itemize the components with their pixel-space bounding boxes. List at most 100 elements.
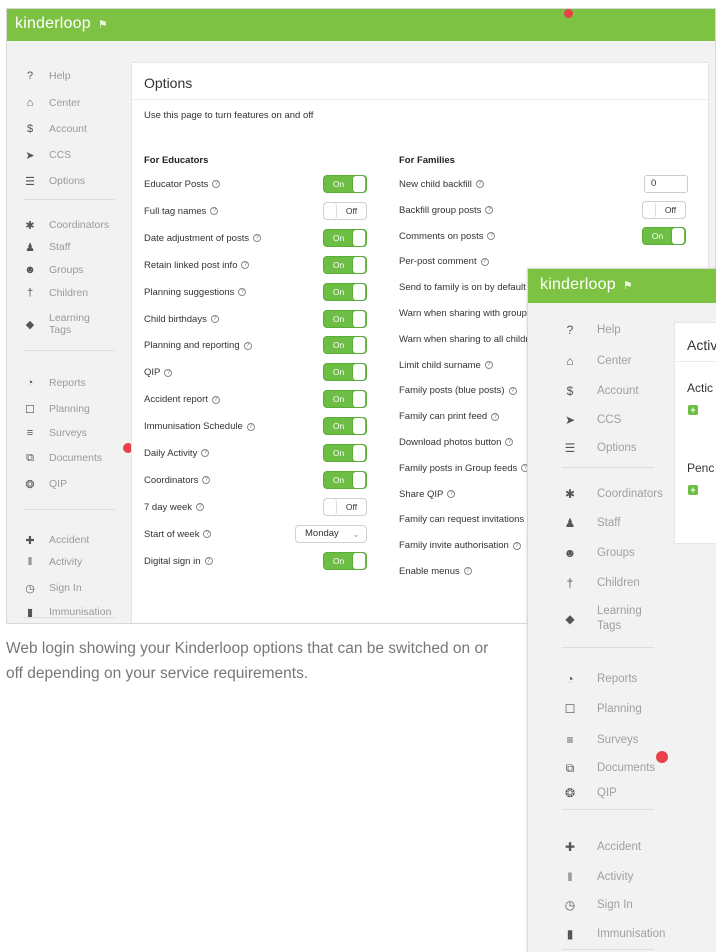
- sidebar-item-groups[interactable]: ☻ Groups: [23, 260, 83, 280]
- toggle-switch[interactable]: On: [642, 226, 686, 245]
- option-immunisation-schedule: Immunisation Schedule?: [144, 421, 255, 432]
- toggle-switch[interactable]: On: [323, 175, 367, 193]
- sidebar-item-learning-tags[interactable]: ◆ Learning Tags: [23, 312, 99, 336]
- sidebar-item-accident[interactable]: ✚ Accident: [23, 530, 89, 550]
- logo: kinderloop ⚑: [540, 276, 633, 293]
- toggle-switch[interactable]: On: [323, 417, 367, 436]
- sidebar-item-surveys[interactable]: ≡ Surveys: [23, 423, 87, 443]
- activity-panel: Activ Actic + Penc +: [674, 322, 716, 544]
- help-icon[interactable]: ?: [253, 234, 262, 243]
- help-icon[interactable]: ?: [210, 207, 219, 216]
- help-icon[interactable]: ?: [238, 288, 247, 297]
- sidebar-item-staff[interactable]: ♟ Staff: [23, 237, 70, 257]
- sidebar-item-planning[interactable]: ☐ Planning: [562, 698, 642, 720]
- option-7-day-week: 7 day week?: [144, 502, 205, 513]
- help-icon[interactable]: ?: [484, 361, 493, 370]
- sidebar-item-sign-in[interactable]: ◷ Sign In: [562, 894, 633, 916]
- sidebar-item-staff[interactable]: ♟ Staff: [562, 512, 621, 534]
- sidebar-item-surveys[interactable]: ≡ Surveys: [562, 729, 638, 751]
- toggle-switch[interactable]: On: [323, 390, 367, 409]
- sidebar-item-options[interactable]: ☰ Options: [23, 171, 85, 191]
- reports-icon: ◔: [26, 377, 34, 389]
- option-send-to-family-is-on-by-default: Send to family is on by default?: [399, 282, 538, 293]
- sidebar-item-label: Options: [49, 175, 86, 187]
- sidebar-item-coordinators[interactable]: ✱ Coordinators: [562, 483, 663, 505]
- sidebar-item-activity[interactable]: ‖ Activity: [23, 552, 83, 572]
- start-of-week-select[interactable]: Monday ⌄: [295, 524, 367, 543]
- help-icon[interactable]: ?: [211, 395, 220, 404]
- backfill-number-input[interactable]: 0: [644, 175, 688, 193]
- sidebar-item-center[interactable]: ⌂ Center: [23, 93, 81, 113]
- toggle-switch[interactable]: On: [323, 470, 367, 489]
- help-icon[interactable]: ?: [201, 449, 210, 458]
- sidebar-item-documents[interactable]: ⧉ Documents: [562, 751, 668, 779]
- help-icon[interactable]: ?: [203, 530, 212, 539]
- help-icon[interactable]: ?: [204, 557, 213, 566]
- sidebar-item-ccs[interactable]: ➤ CCS: [562, 409, 621, 431]
- help-icon[interactable]: ?: [487, 232, 496, 241]
- toggle-switch[interactable]: On: [323, 255, 367, 274]
- help-icon[interactable]: ?: [202, 476, 211, 485]
- sidebar-item-help[interactable]: ? Help: [562, 319, 621, 341]
- help-icon[interactable]: ?: [485, 206, 494, 215]
- sidebar-item-center[interactable]: ⌂ Center: [562, 350, 631, 372]
- sidebar-item-qip[interactable]: ❂ QIP: [562, 782, 617, 804]
- sidebar-item-ccs[interactable]: ➤ CCS: [23, 145, 71, 165]
- toggle-switch[interactable]: On: [323, 551, 367, 570]
- help-icon[interactable]: ?: [480, 257, 489, 266]
- help-icon[interactable]: ?: [508, 386, 517, 395]
- help-icon[interactable]: ?: [463, 567, 472, 576]
- sidebar-item-children[interactable]: † Children: [23, 283, 88, 303]
- toggle-switch[interactable]: Off: [323, 201, 367, 220]
- toggle-switch[interactable]: On: [323, 309, 367, 328]
- toggle-label: Off: [345, 205, 358, 216]
- sidebar-item-options[interactable]: ☰ Options: [562, 437, 637, 459]
- help-icon[interactable]: ?: [241, 261, 250, 270]
- sidebar-item-learning-tags[interactable]: ◆ Learning Tags: [562, 605, 657, 632]
- sidebar-item-sign-in[interactable]: ◷ Sign In: [23, 578, 82, 598]
- sidebar-item-planning[interactable]: ☐ Planning: [23, 399, 90, 419]
- toggle-label: On: [332, 340, 345, 351]
- sidebar-item-reports[interactable]: ◔ Reports: [23, 373, 86, 393]
- help-icon[interactable]: ?: [212, 180, 221, 189]
- sidebar-item-activity[interactable]: ‖ Activity: [562, 866, 634, 888]
- sidebar-item-coordinators[interactable]: ✱ Coordinators: [23, 215, 109, 235]
- help-icon[interactable]: ?: [491, 412, 500, 421]
- sidebar-item-account[interactable]: $ Account: [23, 119, 87, 139]
- help-icon[interactable]: ?: [243, 341, 252, 350]
- help-icon[interactable]: ?: [246, 422, 255, 431]
- toggle-switch[interactable]: On: [323, 336, 367, 355]
- sidebar-item-qip[interactable]: ❂ QIP: [23, 474, 67, 494]
- sidebar-item-immunisation[interactable]: ▮ Immunisation: [23, 602, 111, 622]
- sidebar-item-accident[interactable]: ✚ Accident: [562, 836, 641, 858]
- sidebar-item-documents[interactable]: ⧉ Documents: [23, 443, 133, 468]
- toggle-switch[interactable]: On: [323, 363, 367, 382]
- sidebar-divider: [562, 647, 654, 648]
- sidebar-item-children[interactable]: † Children: [562, 572, 640, 594]
- help-icon[interactable]: ?: [512, 541, 521, 550]
- sidebar-item-groups[interactable]: ☻ Groups: [562, 542, 635, 564]
- help-icon[interactable]: ?: [196, 503, 205, 512]
- help-icon[interactable]: ?: [164, 368, 173, 377]
- sidebar-item-immunisation[interactable]: ▮ Immunisation: [562, 923, 666, 945]
- help-icon[interactable]: ?: [505, 438, 514, 447]
- toggle-switch[interactable]: On: [323, 444, 367, 462]
- toggle-label: On: [332, 555, 345, 566]
- help-icon[interactable]: ?: [210, 314, 219, 323]
- help-icon[interactable]: ?: [447, 490, 456, 499]
- option-child-birthdays: Child birthdays?: [144, 314, 219, 325]
- toggle-switch[interactable]: Off: [642, 200, 686, 219]
- sidebar-item-reports[interactable]: ◔ Reports: [562, 668, 637, 690]
- option-limit-child-surname: Limit child surname?: [399, 360, 493, 371]
- option-new-child-backfill: New child backfill?: [399, 179, 484, 190]
- add-icon[interactable]: +: [688, 485, 698, 495]
- sidebar-item-account[interactable]: $ Account: [562, 380, 639, 402]
- sidebar-item-help[interactable]: ? Help: [23, 66, 71, 86]
- help-icon[interactable]: ?: [475, 180, 484, 189]
- flag-icon: ⚑: [622, 280, 633, 292]
- toggle-switch[interactable]: On: [323, 228, 367, 247]
- add-icon[interactable]: +: [688, 405, 698, 415]
- sidebar-item-label: QIP: [597, 787, 617, 799]
- toggle-switch[interactable]: On: [323, 282, 367, 301]
- toggle-switch[interactable]: Off: [323, 497, 367, 516]
